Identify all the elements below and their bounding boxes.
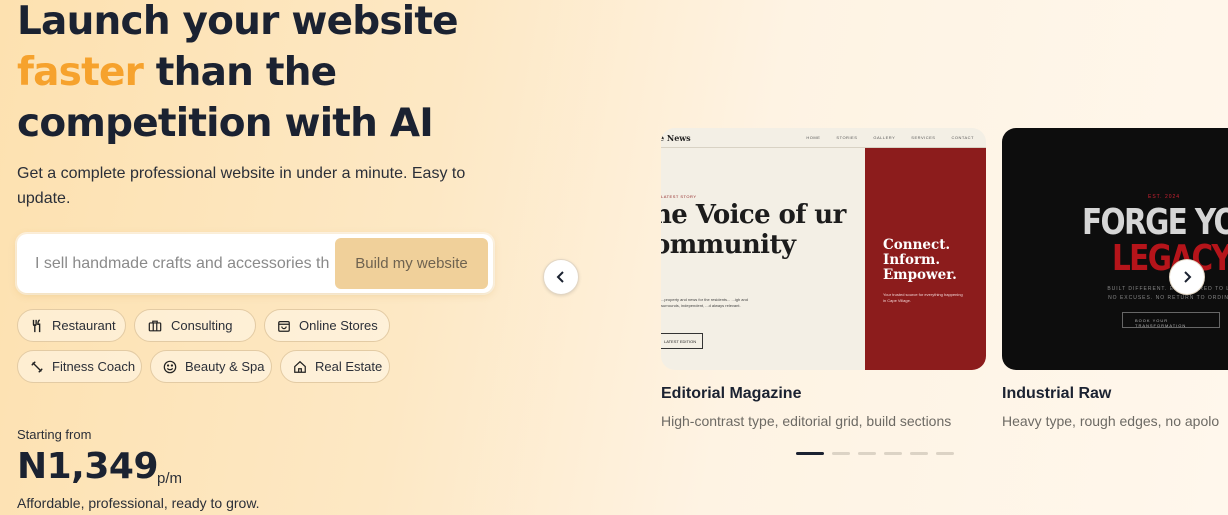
hero-subtitle: Get a complete professional website in u… xyxy=(17,165,466,207)
pricing-unit: p/m xyxy=(157,470,183,487)
house-icon xyxy=(293,359,307,375)
chip-restaurant[interactable]: Restaurant xyxy=(17,309,126,342)
carousel-dot[interactable] xyxy=(832,452,850,455)
carousel-dot[interactable] xyxy=(884,452,902,455)
preview-headline: he Voice of ur ommunity xyxy=(661,200,846,260)
preview-side-headline: Connect. Inform. Empower. xyxy=(883,237,957,283)
template-title: Industrial Raw xyxy=(1002,385,1112,402)
carousel-dot[interactable] xyxy=(936,452,954,455)
chip-label: Fitness Coach xyxy=(52,359,136,374)
utensils-icon xyxy=(30,318,44,334)
chip-online-stores[interactable]: Online Stores xyxy=(264,309,390,342)
carousel-next-button[interactable] xyxy=(1169,259,1205,295)
chip-label: Beauty & Spa xyxy=(185,359,265,374)
website-prompt-box: Build my website xyxy=(17,234,493,293)
preview-button: LATEST EDITION xyxy=(661,333,703,349)
hero-title-line2: than the xyxy=(143,50,337,95)
chip-label: Restaurant xyxy=(52,318,116,333)
preview-headline: FORGE YO xyxy=(1082,202,1228,243)
hero-title-line1: Launch your website xyxy=(17,0,459,44)
preview-brand: e News xyxy=(661,133,691,143)
preview-body: ...property and news for the residents..… xyxy=(661,297,748,308)
template-preview-editorial[interactable]: e News HOME STORIES GALLERY SERVICES CONTACT… xyxy=(661,128,986,370)
dumbbell-icon xyxy=(30,359,44,375)
chevron-left-icon xyxy=(556,271,564,283)
briefcase-icon xyxy=(147,318,163,334)
build-website-button[interactable]: Build my website xyxy=(335,238,488,289)
template-description: Heavy type, rough edges, no apolo xyxy=(1002,413,1220,429)
chip-label: Consulting xyxy=(171,318,233,333)
hero-title-line3: competition with AI xyxy=(17,101,434,146)
smile-icon xyxy=(163,359,177,375)
preview-button: BOOK YOUR TRANSFORMATION xyxy=(1122,312,1220,328)
pricing-label: Starting from xyxy=(17,427,92,442)
preview-nav: HOME STORIES GALLERY SERVICES CONTACT xyxy=(806,135,974,140)
carousel-prev-button[interactable] xyxy=(543,259,579,295)
chip-consulting[interactable]: Consulting xyxy=(134,309,256,342)
template-card-editorial[interactable]: e News HOME STORIES GALLERY SERVICES CONTACT… xyxy=(661,128,986,429)
preview-side-body: Your trusted source for everything happe… xyxy=(883,292,963,303)
chip-real-estate[interactable]: Real Estate xyxy=(280,350,390,383)
template-title: Editorial Magazine xyxy=(661,385,802,402)
chip-beauty-spa[interactable]: Beauty & Spa xyxy=(150,350,272,383)
chip-fitness-coach[interactable]: Fitness Coach xyxy=(17,350,142,383)
business-description-input[interactable] xyxy=(35,254,335,273)
chip-label: Online Stores xyxy=(299,318,378,333)
preview-kicker: EST. 2024 xyxy=(1148,194,1181,200)
chevron-right-icon xyxy=(1184,271,1192,283)
template-description: High-contrast type, editorial grid, buil… xyxy=(661,413,952,429)
carousel-dot[interactable] xyxy=(796,452,824,455)
carousel-dot[interactable] xyxy=(910,452,928,455)
preview-kicker: LATEST STORY xyxy=(661,194,697,199)
preview-sub: BUILT DIFFERENT. ENGINEERED TO LAST. NO … xyxy=(1107,286,1228,301)
hero-title: Launch your website faster than the comp… xyxy=(17,0,577,149)
shopping-bag-icon xyxy=(277,318,291,334)
pricing-note: Affordable, professional, ready to grow. xyxy=(17,495,260,511)
chip-label: Real Estate xyxy=(315,359,383,374)
template-carousel: e News HOME STORIES GALLERY SERVICES CONTACT… xyxy=(661,128,1228,468)
template-preview-industrial[interactable]: EST. 2024 FORGE YO LEGACY BUILT DIFFEREN… xyxy=(1002,128,1228,370)
hero-title-accent: faster xyxy=(17,50,144,95)
pricing-amount: N1,349 xyxy=(17,446,159,487)
carousel-dot[interactable] xyxy=(858,452,876,455)
